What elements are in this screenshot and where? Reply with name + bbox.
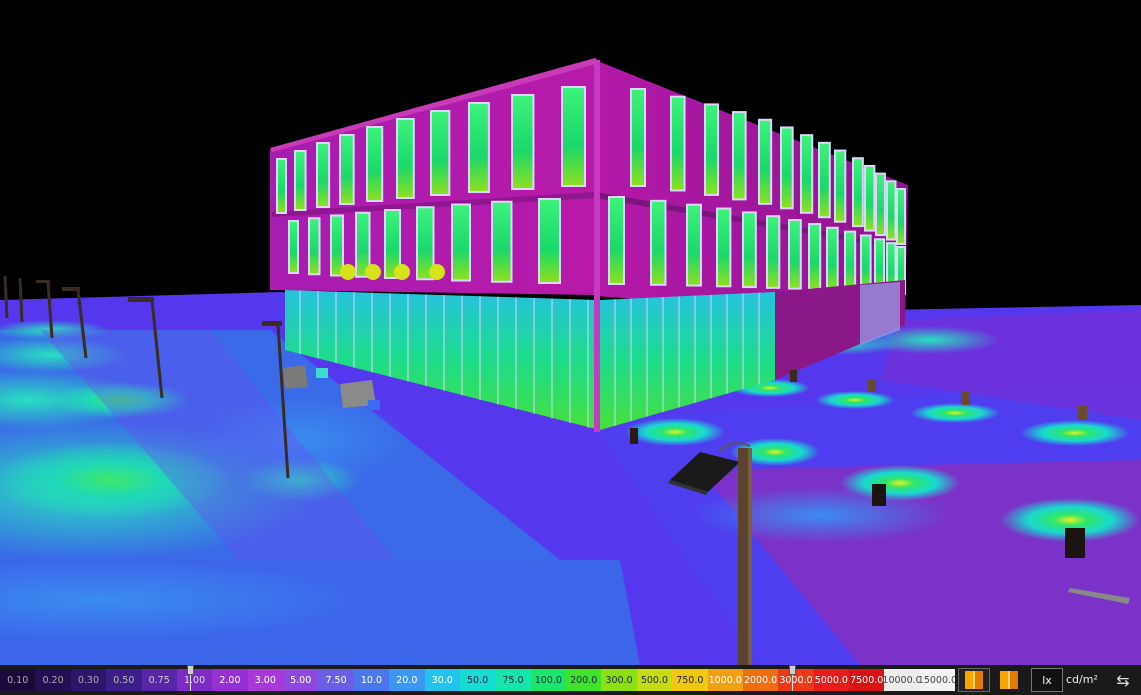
legend-value: 0.75 <box>141 669 177 691</box>
window-pane <box>854 159 862 226</box>
legend-value: 7500.0 <box>849 669 885 691</box>
legend-value: 0.10 <box>0 669 36 691</box>
max-range-slider[interactable] <box>789 665 796 691</box>
legend-value: 500.0 <box>636 669 673 691</box>
window-pane <box>290 222 297 272</box>
legend-value: 30.0 <box>424 669 460 691</box>
window-pane <box>470 104 488 191</box>
window-pane <box>357 213 369 276</box>
legend-value: 300.0 <box>601 669 637 691</box>
window-pane <box>688 205 700 285</box>
window-pane <box>706 105 718 194</box>
legend-value: 0.30 <box>70 669 107 691</box>
legend-value: 750.0 <box>672 669 708 691</box>
window-pane <box>846 232 855 290</box>
legend-value: 75.0 <box>495 669 531 691</box>
color-palette-alt-icon <box>1000 671 1018 689</box>
window-pane <box>782 128 792 208</box>
window-pane <box>802 136 812 212</box>
window-pane <box>563 88 584 185</box>
window-pane <box>310 219 319 274</box>
window-pane <box>768 217 779 287</box>
swap-arrows-icon: ⇆ <box>1116 670 1130 690</box>
palette-button[interactable] <box>958 668 990 692</box>
window-pane <box>828 228 837 290</box>
window-pane <box>318 144 329 206</box>
legend-value: 15000.0 <box>919 669 956 691</box>
window-pane <box>453 205 469 280</box>
legend-value: 0.50 <box>106 669 142 691</box>
scene-render <box>0 58 1141 665</box>
legend-value: 5000.0 <box>813 669 849 691</box>
window-pane <box>278 160 285 212</box>
window-pane <box>368 128 382 200</box>
window-pane <box>866 166 874 230</box>
window-pane <box>718 209 730 286</box>
window-pane <box>836 151 845 221</box>
window-pane <box>672 97 684 190</box>
window-pane <box>888 182 895 239</box>
window-pane <box>296 152 305 209</box>
window-pane <box>341 136 353 203</box>
color-scale-legend: 0.10 0.20 0.30 0.50 0.75 1.00 2.00 3.00 5.00 7.50… <box>0 665 1141 695</box>
value-scale: 0.10 0.20 0.30 0.50 0.75 1.00 2.00 3.00 5.00 7.50… <box>0 669 956 691</box>
window-pane <box>398 120 413 197</box>
3d-viewport[interactable] <box>0 0 1141 665</box>
legend-value: 200.0 <box>566 669 602 691</box>
legend-value: 2000.0 <box>742 669 779 691</box>
window-pane <box>898 190 904 243</box>
unit-luminance-label[interactable]: cd/m² <box>1066 668 1098 692</box>
legend-value: 5.00 <box>283 669 319 691</box>
window-pane <box>432 112 449 194</box>
legend-value: 10000.0 <box>884 669 920 691</box>
legend-value: 7.50 <box>318 669 354 691</box>
window-pane <box>332 216 342 275</box>
window-pane <box>540 200 559 282</box>
window-pane <box>632 90 644 185</box>
legend-value: 1000.0 <box>707 669 743 691</box>
window-pane <box>760 120 771 203</box>
legend-value: 1.00 <box>176 669 213 691</box>
window-pane <box>513 96 533 188</box>
palette-alt-button[interactable] <box>995 668 1023 692</box>
window-pane <box>734 113 745 199</box>
legend-value: 100.0 <box>530 669 566 691</box>
legend-value: 10.0 <box>353 669 390 691</box>
window-pane <box>493 202 511 281</box>
window-pane <box>610 198 623 283</box>
window-pane <box>652 201 665 284</box>
unit-lux-button[interactable]: lx <box>1031 668 1063 692</box>
legend-value: 3.00 <box>247 669 283 691</box>
legend-value: 2.00 <box>212 669 248 691</box>
window-pane <box>877 174 884 235</box>
window-pane <box>862 236 870 291</box>
legend-value: 0.20 <box>35 669 71 691</box>
window-pane <box>790 221 800 288</box>
legend-value: 20.0 <box>389 669 425 691</box>
swap-button[interactable]: ⇆ <box>1108 668 1138 692</box>
window-pane <box>810 224 820 289</box>
legend-value: 50.0 <box>459 669 496 691</box>
color-palette-icon <box>965 671 983 689</box>
window-pane <box>744 213 755 287</box>
min-range-slider[interactable] <box>187 665 194 691</box>
window-pane <box>820 143 829 217</box>
